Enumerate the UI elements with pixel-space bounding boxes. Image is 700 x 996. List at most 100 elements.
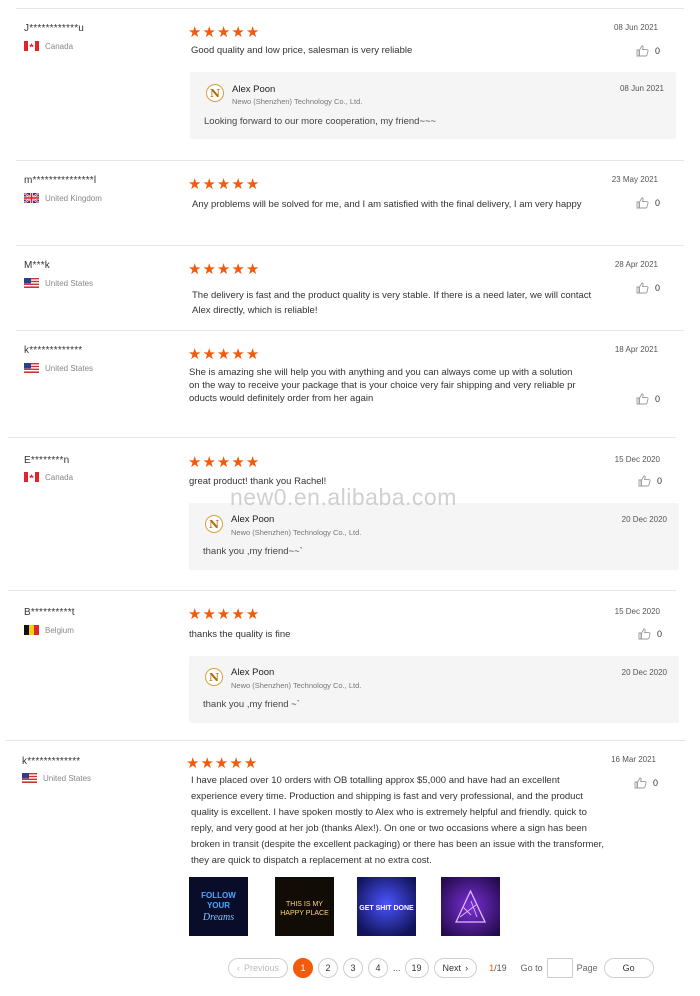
page-button[interactable]: 2 bbox=[318, 957, 339, 978]
review-date: 15 Dec 2020 bbox=[614, 455, 660, 464]
like-count: 0 bbox=[652, 778, 658, 788]
star-icon: ★ bbox=[231, 260, 245, 278]
photo-caption-line: FOLLOW bbox=[201, 891, 236, 900]
star-icon: ★ bbox=[202, 175, 216, 193]
neon-sign-photo bbox=[441, 877, 500, 936]
star-icon: ★ bbox=[200, 754, 214, 772]
previous-label: Previous bbox=[244, 962, 280, 973]
chevron-right-icon: › bbox=[465, 962, 469, 973]
photo-caption-line: THIS IS MY bbox=[286, 901, 323, 908]
review-text-line: they are quick to dispatch a replacement… bbox=[191, 855, 432, 866]
review-photo-thumbnail[interactable]: FOLLOW YOUR Dreams bbox=[189, 877, 248, 936]
review-text: Any problems will be solved for me, and … bbox=[192, 199, 582, 210]
star-icon: ★ bbox=[216, 23, 231, 41]
review-date: 18 Apr 2021 bbox=[614, 345, 658, 354]
star-icon: ★ bbox=[202, 23, 216, 41]
seller-reply: N Alex Poon Newo (Shenzhen) Technology C… bbox=[189, 656, 679, 723]
seller-logo-icon: N bbox=[206, 84, 224, 102]
review-item: B**********t Belgium ★ ★ ★ ★ ★ 15 Dec 2020 t… bbox=[8, 590, 679, 740]
like-button[interactable]: 0 bbox=[634, 777, 658, 789]
reply-date: 08 Jun 2021 bbox=[619, 84, 664, 93]
country-label: United States bbox=[45, 278, 94, 288]
star-icon: ★ bbox=[216, 175, 231, 193]
review-text: She is amazing she will help you with an… bbox=[189, 366, 576, 405]
star-icon: ★ bbox=[245, 175, 260, 193]
reviewer-country: United States bbox=[22, 773, 91, 783]
like-button[interactable]: 0 bbox=[638, 475, 662, 487]
like-count: 0 bbox=[654, 394, 660, 404]
page-button[interactable]: 1 bbox=[293, 957, 314, 978]
page-button[interactable]: 3 bbox=[343, 957, 364, 978]
review-text-line: The delivery is fast and the product qua… bbox=[192, 290, 592, 301]
review-photo-thumbnail[interactable]: THIS IS MY HAPPY PLACE bbox=[275, 877, 334, 936]
review-photo-thumbnail[interactable] bbox=[441, 877, 500, 936]
country-label: Canada bbox=[45, 41, 74, 51]
reply-date: 20 Dec 2020 bbox=[621, 668, 667, 677]
like-count: 0 bbox=[654, 46, 660, 56]
rating-stars: ★ ★ ★ ★ ★ bbox=[188, 453, 260, 471]
review-text-line: quality is excellent. I have spoken most… bbox=[191, 807, 587, 818]
pagination: ‹ Previous 1 2 3 4 ... 19 Next › 1/19 Go… bbox=[228, 957, 659, 978]
like-button[interactable]: 0 bbox=[638, 628, 662, 640]
reviewer-name: B**********t bbox=[24, 607, 75, 618]
star-icon: ★ bbox=[202, 605, 216, 623]
review-text-line: reply, and very good at her job (thanks … bbox=[191, 823, 587, 834]
review-text-line: Alex directly, which is reliable! bbox=[192, 305, 318, 316]
reviewer-name: k************* bbox=[22, 756, 81, 767]
star-icon: ★ bbox=[231, 23, 245, 41]
star-icon: ★ bbox=[229, 754, 243, 772]
like-button[interactable]: 0 bbox=[636, 197, 660, 209]
review-date: 15 Dec 2020 bbox=[614, 607, 660, 616]
thumbs-up-icon bbox=[638, 475, 651, 487]
review-text: I have placed over 10 orders with OB tot… bbox=[191, 773, 604, 869]
rating-stars: ★ ★ ★ ★ ★ bbox=[186, 754, 258, 772]
review-text-line: oducts would definitely order from her a… bbox=[189, 393, 374, 404]
star-icon: ★ bbox=[188, 453, 202, 471]
star-icon: ★ bbox=[216, 605, 231, 623]
photo-caption-line: GET SHIT DONE bbox=[359, 905, 414, 912]
goto-page-input[interactable] bbox=[546, 957, 573, 978]
page-button[interactable]: 19 bbox=[404, 957, 429, 978]
page-button[interactable]: 4 bbox=[368, 957, 389, 978]
chevron-left-icon: ‹ bbox=[237, 962, 240, 973]
rating-stars: ★ ★ ★ ★ ★ bbox=[188, 605, 260, 623]
page-indicator: 1/19 bbox=[489, 963, 507, 973]
belgium-flag-icon bbox=[24, 625, 39, 635]
review-text-line: I have placed over 10 orders with OB tot… bbox=[191, 775, 560, 786]
rating-stars: ★ ★ ★ ★ ★ bbox=[188, 260, 260, 278]
review-date: 28 Apr 2021 bbox=[614, 260, 658, 269]
review-date: 16 Mar 2021 bbox=[611, 755, 656, 764]
seller-logo-icon: N bbox=[205, 668, 223, 686]
thumbs-up-icon bbox=[636, 393, 649, 405]
star-icon: ★ bbox=[216, 453, 231, 471]
star-icon: ★ bbox=[216, 345, 231, 363]
next-page-button[interactable]: Next › bbox=[433, 957, 478, 978]
reply-text: thank you ,my friend~~` bbox=[203, 546, 303, 557]
previous-page-button[interactable]: ‹ Previous bbox=[228, 957, 289, 978]
star-icon: ★ bbox=[245, 453, 260, 471]
like-button[interactable]: 0 bbox=[636, 393, 660, 405]
star-icon: ★ bbox=[231, 175, 245, 193]
star-icon: ★ bbox=[245, 23, 260, 41]
pagination-ellipsis: ... bbox=[393, 962, 401, 973]
star-icon: ★ bbox=[188, 23, 202, 41]
star-icon: ★ bbox=[216, 260, 231, 278]
review-date: 08 Jun 2021 bbox=[613, 23, 658, 32]
star-icon: ★ bbox=[245, 260, 260, 278]
go-button[interactable]: Go bbox=[603, 957, 654, 978]
reviewer-name: M***k bbox=[24, 260, 51, 271]
like-button[interactable]: 0 bbox=[636, 45, 660, 57]
reviewer-country: Belgium bbox=[24, 625, 74, 635]
star-icon: ★ bbox=[202, 260, 216, 278]
seller-company: Newo (Shenzhen) Technology Co., Ltd. bbox=[232, 97, 363, 106]
canada-flag-icon bbox=[24, 41, 39, 51]
review-photo-thumbnail[interactable]: GET SHIT DONE bbox=[357, 877, 416, 936]
seller-logo-icon: N bbox=[205, 515, 223, 533]
star-icon: ★ bbox=[245, 345, 260, 363]
star-icon: ★ bbox=[231, 345, 245, 363]
country-label: United States bbox=[45, 363, 94, 373]
next-label: Next bbox=[442, 962, 462, 973]
like-button[interactable]: 0 bbox=[636, 282, 660, 294]
like-count: 0 bbox=[656, 629, 662, 639]
rating-stars: ★ ★ ★ ★ ★ bbox=[188, 23, 260, 41]
